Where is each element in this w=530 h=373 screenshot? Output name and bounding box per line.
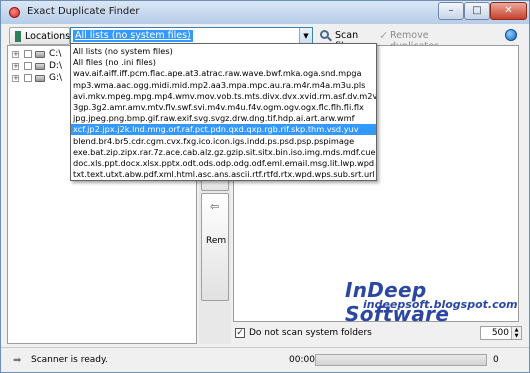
dropdown-option[interactable]: wav.aif.aiff.iff.pcm.flac.ape.at3.atrac.… xyxy=(71,68,376,79)
check-icon: ✓ xyxy=(379,29,389,42)
drive-label: C:\ xyxy=(49,49,62,59)
dropdown-option[interactable]: 3gp.3g2.amr.amv.mtv.flv.swf.svi.m4v.m4u.… xyxy=(71,102,376,113)
dropdown-option[interactable]: xcf.jp2.jpx.j2k.lnd.mng.orf.raf.pct.pdn.… xyxy=(71,124,376,136)
dropdown-option[interactable]: blend.br4.br5.cdr.cgm.cvx.fxg.ico.icon.i… xyxy=(71,136,376,147)
spinner-value: 500 xyxy=(491,328,509,338)
dropdown-option[interactable]: All lists (no system files) xyxy=(71,46,376,57)
arrow-right-icon: ➡ xyxy=(13,355,22,366)
maximize-button[interactable]: □ xyxy=(464,2,490,20)
status-text: Scanner is ready. xyxy=(31,355,108,365)
combo-value: All lists (no system files) xyxy=(73,30,193,42)
window-title: Exact Duplicate Finder xyxy=(27,6,140,17)
locations-button[interactable]: Locations xyxy=(9,27,70,45)
elapsed-time: 00:00 xyxy=(289,355,315,365)
minimize-button[interactable]: – xyxy=(438,2,464,20)
status-bar: ➡ Scanner is ready. 00:00 0 xyxy=(1,347,529,372)
expand-icon[interactable]: + xyxy=(12,75,19,82)
dropdown-option[interactable]: jpg.jpeg.png.bmp.gif.raw.exif.svg.svgz.d… xyxy=(71,113,376,124)
dropdown-option[interactable]: avi.mkv.mpeg.mpg.mp4.wmv.mov.vob.ts.mts.… xyxy=(71,91,376,102)
bookmark-icon xyxy=(15,31,21,42)
dropdown-option[interactable]: All files (no .ini files) xyxy=(71,57,376,68)
brand-url: indeepsoft.blogspot.com xyxy=(363,298,518,311)
spin-down-icon[interactable]: ▼ xyxy=(511,333,521,339)
title-bar[interactable]: Exact Duplicate Finder – □ ✕ xyxy=(1,1,529,24)
no-system-folders-checkbox[interactable]: ✓ xyxy=(235,328,245,338)
dropdown-option[interactable]: doc.xls.ppt.docx.xlsx.pptx.odt.ods.odp.o… xyxy=(71,158,376,169)
globe-icon[interactable] xyxy=(505,29,517,41)
arrow-left-icon: ⇦ xyxy=(210,200,220,213)
drive-icon xyxy=(35,63,45,70)
expand-icon[interactable]: + xyxy=(12,51,19,58)
remove-location-label: Rem xyxy=(206,236,227,246)
app-icon xyxy=(9,7,20,18)
file-list-dropdown[interactable]: All lists (no system files) All files (no… xyxy=(70,43,377,181)
locations-label: Locations xyxy=(25,31,71,42)
drive-label: D:\ xyxy=(49,61,62,71)
remove-location-button[interactable]: ⇦ Rem xyxy=(201,193,229,301)
dropdown-option[interactable]: txt.text.utxt.abw.pdf.xml.html.asc.ans.a… xyxy=(71,169,376,180)
options-row: ✓ Do not scan system folders 500 ▲ ▼ xyxy=(233,326,523,342)
no-system-folders-label: Do not scan system folders xyxy=(249,328,372,338)
drive-checkbox[interactable] xyxy=(24,50,32,58)
max-count-spinner[interactable]: 500 ▲ ▼ xyxy=(480,326,522,340)
expand-icon[interactable]: + xyxy=(12,63,19,70)
app-window: Exact Duplicate Finder – □ ✕ Locations A… xyxy=(0,0,530,373)
drive-checkbox[interactable] xyxy=(24,74,32,82)
progress-bar xyxy=(315,354,487,366)
dropdown-option[interactable]: exe.bat.zip.zipx.rar.7z.ace.cab.alz.gz.g… xyxy=(71,147,376,158)
magnifier-handle-icon xyxy=(327,36,332,42)
drive-checkbox[interactable] xyxy=(24,62,32,70)
close-button[interactable]: ✕ xyxy=(490,2,527,20)
drive-label: G:\ xyxy=(49,73,63,83)
dropdown-option[interactable]: mp3.wma.aac.ogg.midi.mid.mp2.aa3.mpa.mpc… xyxy=(71,80,376,91)
remove-duplicates-button[interactable]: ✓ Remove duplicates xyxy=(375,27,475,52)
chevron-down-icon[interactable]: ▼ xyxy=(299,28,312,44)
drive-icon xyxy=(35,51,45,58)
drive-icon xyxy=(35,75,45,82)
duplicate-count: 0 xyxy=(493,355,499,365)
